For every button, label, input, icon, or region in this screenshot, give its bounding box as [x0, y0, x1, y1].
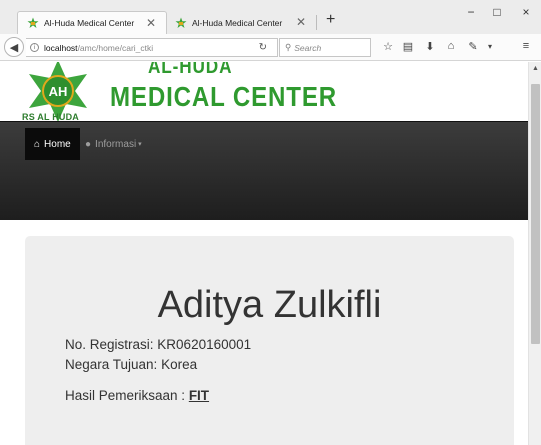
home-icon: ⌂: [34, 138, 41, 150]
minimize-button[interactable]: −: [461, 5, 481, 19]
url-text: localhost/amc/home/cari_ctki: [44, 43, 153, 53]
tab-title: Al-Huda Medical Center: [44, 18, 135, 28]
exam-result-value: FIT: [188, 388, 210, 403]
scroll-up-arrow-icon[interactable]: ▲: [532, 65, 539, 72]
brand-title-line1: AL-HUDA: [148, 62, 233, 78]
tab-close-icon[interactable]: ✕: [296, 15, 306, 29]
tab-close-icon[interactable]: ✕: [146, 16, 156, 30]
search-input[interactable]: ⚲ Search: [279, 38, 371, 57]
search-placeholder: Search: [294, 42, 322, 53]
registration-value: KR0620160001: [157, 337, 252, 352]
registration-line: No. Registrasi: KR0620160001: [65, 337, 251, 352]
menu-icon[interactable]: ≡: [518, 40, 534, 52]
reading-list-icon[interactable]: ▤: [400, 40, 416, 53]
nav-informasi-dropdown[interactable]: ● Informasi ▾: [85, 128, 142, 160]
url-host: localhost: [44, 42, 78, 53]
registration-label: No. Registrasi:: [65, 337, 154, 352]
person-name: Aditya Zulkifli: [157, 284, 382, 326]
addon-icon[interactable]: ✎: [465, 40, 481, 53]
tab-title: Al-Huda Medical Center: [192, 17, 283, 28]
download-icon[interactable]: ⬇: [422, 40, 438, 53]
close-window-button[interactable]: ×: [516, 5, 536, 19]
new-tab-button[interactable]: +: [326, 11, 335, 29]
result-panel: Aditya Zulkifli No. Registrasi: KR062016…: [25, 236, 514, 445]
page-viewport: AH RS AL HUDA AL-HUDA MEDICAL CENTER ⌂ H…: [0, 62, 528, 445]
reload-icon[interactable]: ↻: [259, 42, 267, 53]
back-button[interactable]: ◀: [4, 37, 24, 57]
logo-letters: AH: [49, 84, 68, 99]
caret-down-icon: ▾: [138, 141, 142, 148]
tab-inactive[interactable]: Al-Huda Medical Center ✕: [166, 11, 316, 34]
tab-separator: [316, 15, 317, 30]
vertical-scrollbar[interactable]: ▲: [528, 62, 541, 445]
exam-label: Hasil Pemeriksaan :: [65, 388, 186, 403]
exam-result-line: Hasil Pemeriksaan : FIT: [65, 388, 209, 403]
browser-toolbar: ◀ i localhost/amc/home/cari_ctki ↻ ⚲ Sea…: [0, 34, 541, 61]
nav-home-link[interactable]: ⌂ Home: [25, 128, 80, 160]
nav-home-label: Home: [44, 138, 71, 150]
destination-value: Korea: [161, 357, 198, 372]
destination-label: Negara Tujuan:: [65, 357, 158, 372]
maximize-button[interactable]: □: [487, 5, 507, 19]
site-favicon-icon: [175, 17, 187, 28]
destination-line: Negara Tujuan: Korea: [65, 357, 197, 372]
info-circle-icon: ●: [85, 138, 92, 150]
site-favicon-icon: [27, 17, 39, 28]
dropdown-icon[interactable]: ▾: [482, 42, 498, 51]
search-icon: ⚲: [285, 42, 292, 52]
info-icon[interactable]: i: [30, 43, 39, 52]
bookmark-star-icon[interactable]: ☆: [380, 40, 396, 53]
nav-informasi-label: Informasi: [95, 138, 137, 150]
address-bar[interactable]: i localhost/amc/home/cari_ctki ↻: [26, 38, 278, 57]
scroll-thumb[interactable]: [531, 84, 540, 344]
tab-active[interactable]: Al-Huda Medical Center ✕: [17, 11, 167, 34]
arrow-left-icon: ◀: [9, 41, 19, 54]
home-icon[interactable]: ⌂: [443, 40, 459, 52]
url-path: /amc/home/cari_ctki: [77, 42, 154, 53]
brand-title-line2: MEDICAL CENTER: [110, 81, 337, 112]
browser-tab-strip: Al-Huda Medical Center ✕ Al-Huda Medical…: [0, 0, 541, 34]
